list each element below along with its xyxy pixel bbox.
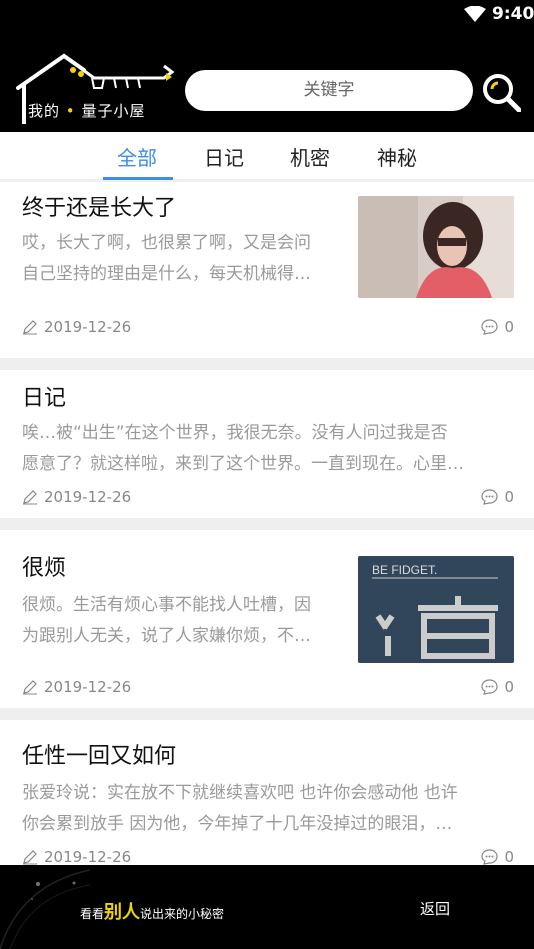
logo-dot: • (65, 102, 76, 120)
status-bar: 9:40 (0, 0, 534, 30)
post-thumbnail[interactable] (358, 196, 514, 298)
app-header: 我的 • 量子小屋 关键字 (0, 30, 534, 132)
date-text: 2019-12-26 (44, 318, 132, 336)
post-excerpt: 哎，长大了啊，也很累了啊，又是会问 自己坚持的理由是什么，每天机械得… (22, 228, 352, 290)
post-title[interactable]: 终于还是长大了 (22, 190, 176, 222)
post-date: 2019-12-26 (22, 848, 131, 866)
starry-decoration-icon (0, 869, 90, 949)
post-comments[interactable]: 0 (481, 848, 514, 866)
category-tabs: 全部 日记 机密 神秘 (0, 132, 534, 180)
post-thumbnail[interactable]: BE FIDGET. (358, 556, 514, 663)
excerpt-line: 很烦。生活有烦心事不能找人吐槽，因 (22, 595, 311, 615)
tab-all[interactable]: 全部 (117, 142, 157, 171)
tab-mystery[interactable]: 神秘 (377, 142, 417, 171)
back-button[interactable]: 返回 (420, 898, 450, 919)
slogan-pre: 看看 (80, 907, 105, 921)
post-card[interactable]: 日记 唉…被“出生”在这个世界，我很无奈。没有人问过我是否 愿意了？就这样啦，来… (0, 370, 534, 518)
post-title[interactable]: 任性一回又如何 (22, 738, 176, 770)
logo-text-part2: 量子小屋 (81, 102, 146, 120)
excerpt-line: 自己坚持的理由是什么，每天机械得… (22, 264, 311, 284)
comment-icon (481, 319, 499, 335)
post-comments[interactable]: 0 (481, 488, 514, 506)
post-excerpt: 很烦。生活有烦心事不能找人吐槽，因 为跟别人无关，说了人家嫌你烦，不… (22, 590, 352, 652)
post-date: 2019-12-26 (22, 678, 131, 696)
post-card[interactable]: 任性一回又如何 张爱玲说：实在放不下就继续喜欢吧 也许你会感动他 也许 你会累到… (0, 720, 534, 870)
post-title[interactable]: 日记 (22, 380, 66, 412)
slogan-post: 说出来的小秘密 (140, 907, 225, 921)
bottom-bar: 看看别人说出来的小秘密 返回 (0, 865, 534, 949)
comment-count: 0 (504, 848, 514, 866)
pencil-icon (23, 680, 37, 695)
pencil-icon (23, 490, 37, 505)
post-comments[interactable]: 0 (481, 318, 514, 336)
comment-count: 0 (504, 488, 514, 506)
excerpt-line: 哎，长大了啊，也很累了啊，又是会问 (22, 233, 311, 253)
tab-diary[interactable]: 日记 (204, 142, 244, 171)
post-date: 2019-12-26 (22, 318, 131, 336)
pencil-icon (23, 850, 37, 865)
post-date: 2019-12-26 (22, 488, 131, 506)
tab-secret[interactable]: 机密 (290, 142, 330, 171)
post-excerpt: 张爱玲说：实在放不下就继续喜欢吧 也许你会感动他 也许 你会累到放手 因为他，今… (22, 778, 522, 840)
search-input[interactable]: 关键字 (185, 70, 473, 111)
search-icon[interactable] (481, 72, 521, 112)
excerpt-line: 愿意了？就这样啦，来到了这个世界。一直到现在。心里… (22, 454, 464, 474)
post-card[interactable]: 很烦 很烦。生活有烦心事不能找人吐槽，因 为跟别人无关，说了人家嫌你烦，不… B… (0, 530, 534, 708)
comment-icon (481, 489, 499, 505)
post-excerpt: 唉…被“出生”在这个世界，我很无奈。没有人问过我是否 愿意了？就这样啦，来到了这… (22, 418, 522, 480)
excerpt-line: 为跟别人无关，说了人家嫌你烦，不… (22, 626, 311, 646)
comment-icon (481, 849, 499, 865)
date-text: 2019-12-26 (44, 678, 132, 696)
comment-icon (481, 679, 499, 695)
status-time: 9:40 (492, 4, 534, 24)
thumb-text: BE FIDGET. (372, 563, 437, 577)
date-text: 2019-12-26 (44, 488, 132, 506)
footer-slogan: 看看别人说出来的小秘密 (80, 898, 224, 924)
excerpt-line: 唉…被“出生”在这个世界，我很无奈。没有人问过我是否 (22, 423, 448, 443)
date-text: 2019-12-26 (44, 848, 132, 866)
excerpt-line: 张爱玲说：实在放不下就继续喜欢吧 也许你会感动他 也许 (22, 783, 458, 803)
comment-count: 0 (504, 318, 514, 336)
post-title[interactable]: 很烦 (22, 550, 66, 582)
active-tab-indicator (103, 177, 173, 180)
logo-text: 我的 • 量子小屋 (28, 100, 145, 121)
excerpt-line: 你会累到放手 因为他，今年掉了十几年没掉过的眼泪，… (22, 814, 453, 834)
post-card[interactable]: 终于还是长大了 哎，长大了啊，也很累了啊，又是会问 自己坚持的理由是什么，每天机… (0, 182, 534, 358)
post-comments[interactable]: 0 (481, 678, 514, 696)
slogan-emphasis: 别人 (104, 902, 141, 923)
logo-text-part1: 我的 (28, 102, 61, 120)
pencil-icon (23, 320, 37, 335)
wifi-icon (464, 6, 486, 22)
comment-count: 0 (504, 678, 514, 696)
